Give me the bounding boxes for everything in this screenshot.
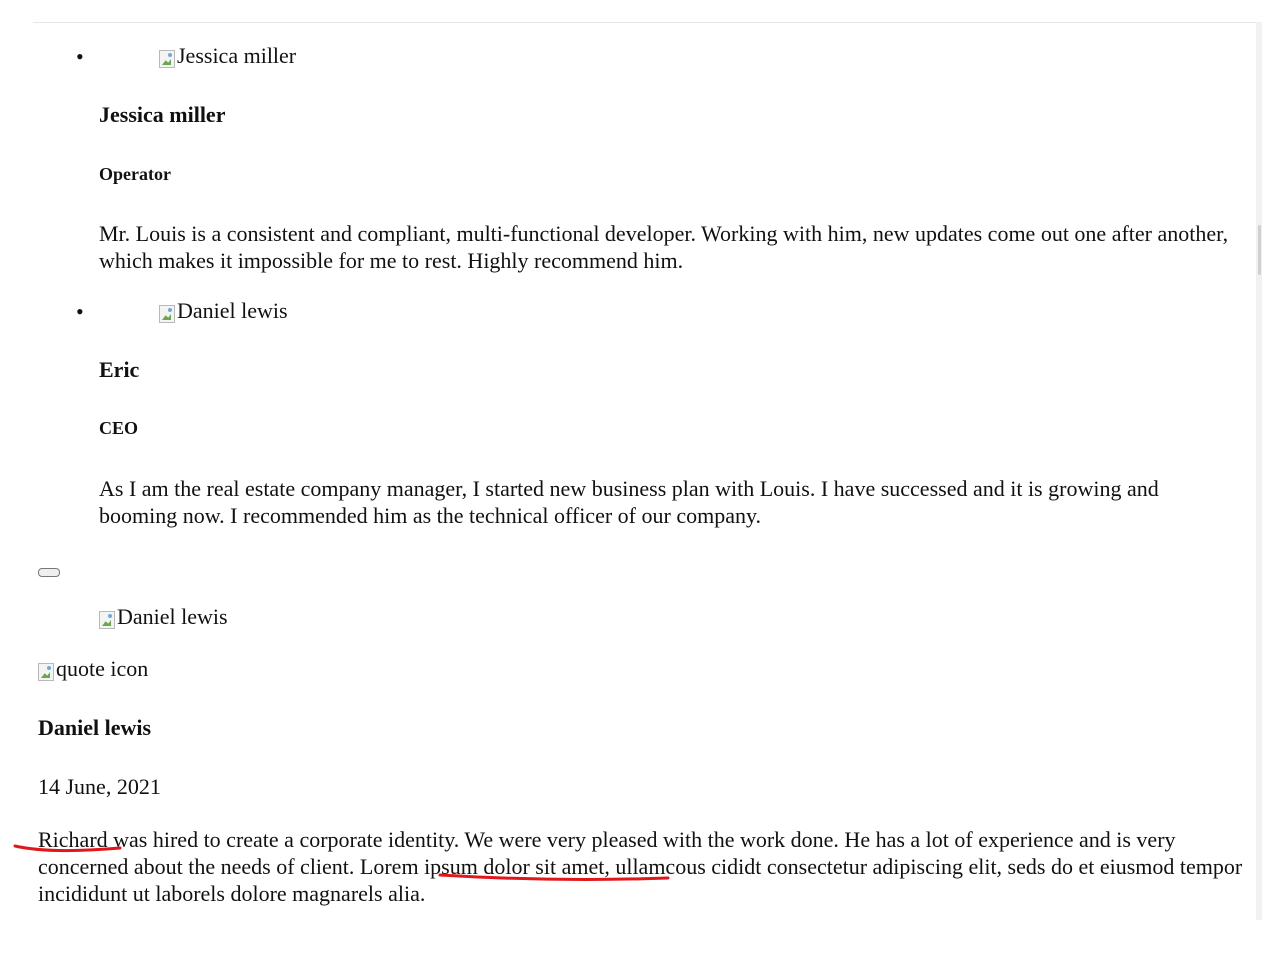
image-alt-text: Daniel lewis [177,298,288,323]
testimonial-name: Eric [99,357,140,382]
testimonial-avatar-image: Jessica miller [159,44,296,68]
quote-image: quote icon [38,657,148,681]
testimonial-role: CEO [99,418,139,438]
quote-icon [38,663,54,681]
testimonial-role: Operator [99,164,171,184]
testimonial-avatar-image: Daniel lewis [159,299,288,323]
testimonial-name: Jessica miller [99,102,226,127]
featured-text: Richard was hired to create a corporate … [38,826,1248,907]
featured-avatar-image: Daniel lewis [99,605,228,629]
image-alt-text: Daniel lewis [117,604,228,629]
featured-name: Daniel lewis [38,715,152,740]
broken-image-icon [159,50,175,68]
image-alt-text: quote icon [56,656,149,681]
annotation-underline [13,844,122,853]
testimonial-text: Mr. Louis is a consistent and compliant,… [99,221,1229,273]
list-bullet: • [76,299,84,324]
annotation-underline [438,873,670,881]
scrollbar-track[interactable] [1256,22,1262,920]
scrollbar-thumb[interactable] [1258,225,1261,275]
slider-nav-button[interactable] [38,568,60,577]
image-alt-text: Jessica miller [177,43,297,68]
featured-date: 14 June, 2021 [38,774,161,799]
broken-image-icon [159,305,175,323]
broken-image-icon [99,611,115,629]
list-bullet: • [76,44,84,69]
testimonial-text: As I am the real estate company manager,… [99,476,1159,528]
top-divider [33,22,1260,23]
